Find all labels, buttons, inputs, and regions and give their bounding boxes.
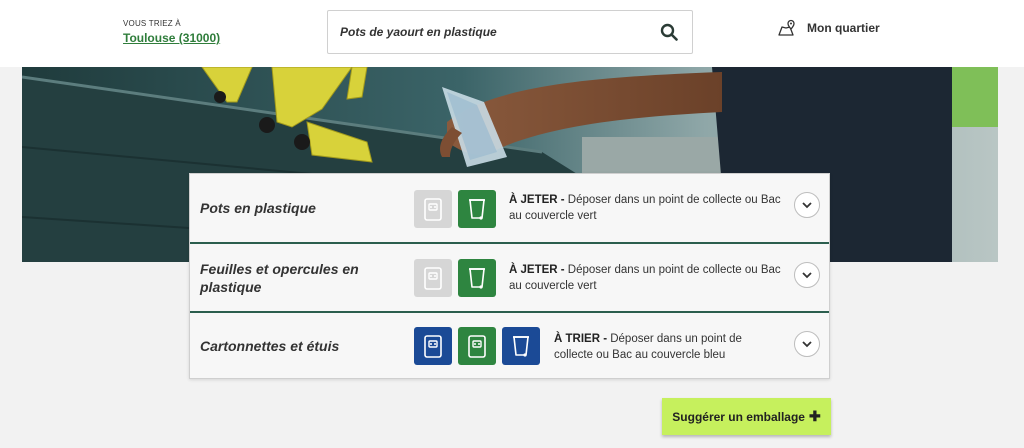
list-item[interactable]: Feuilles et opercules en plastique À JET…	[190, 242, 829, 311]
chevron-down-icon	[802, 340, 812, 347]
expand-button[interactable]	[794, 331, 820, 357]
grey-bin-icon	[414, 259, 452, 297]
location-label: VOUS TRIEZ À	[123, 19, 181, 28]
item-name: Feuilles et opercules en plastique	[200, 261, 359, 295]
plus-icon: ✚	[808, 408, 821, 424]
mon-quartier-label: Mon quartier	[807, 21, 880, 35]
suggest-label: Suggérer un emballage	[672, 409, 805, 424]
list-item[interactable]: Pots en plastique À JETER - Déposer dans…	[190, 174, 829, 242]
item-action: À JETER -	[509, 264, 565, 276]
green-bin-icon	[458, 190, 496, 228]
item-instruction: À JETER - Déposer dans un point de colle…	[509, 192, 781, 224]
mon-quartier-link[interactable]: Mon quartier	[778, 19, 880, 37]
location-city-link[interactable]: Toulouse (31000)	[123, 31, 220, 45]
item-instruction: À JETER - Déposer dans un point de colle…	[509, 262, 781, 294]
item-instruction: À TRIER - Déposer dans un point de colle…	[554, 331, 782, 363]
blue-bin-icon	[502, 327, 540, 365]
green-bin-icon	[458, 259, 496, 297]
item-name: Pots en plastique	[200, 200, 316, 216]
search-icon[interactable]	[660, 23, 678, 41]
chevron-down-icon	[802, 271, 812, 278]
search-input[interactable]	[340, 11, 640, 53]
map-pin-icon	[778, 19, 795, 36]
results-list: Pots en plastique À JETER - Déposer dans…	[189, 173, 830, 379]
search-box	[327, 10, 693, 54]
blue-bin-icon	[414, 327, 452, 365]
item-name: Cartonnettes et étuis	[200, 338, 340, 354]
list-item[interactable]: Cartonnettes et étuis À TRIER - Déposer …	[190, 311, 829, 378]
header: VOUS TRIEZ À Toulouse (31000) Mon quarti…	[0, 0, 1024, 67]
expand-button[interactable]	[794, 192, 820, 218]
expand-button[interactable]	[794, 262, 820, 288]
green-bin-icon	[458, 327, 496, 365]
suggest-packaging-button[interactable]: Suggérer un emballage ✚	[662, 398, 831, 435]
item-action: À TRIER -	[554, 333, 608, 345]
chevron-down-icon	[802, 201, 812, 208]
location-block: VOUS TRIEZ À Toulouse (31000)	[123, 19, 220, 45]
grey-bin-icon	[414, 190, 452, 228]
item-action: À JETER -	[509, 194, 565, 206]
